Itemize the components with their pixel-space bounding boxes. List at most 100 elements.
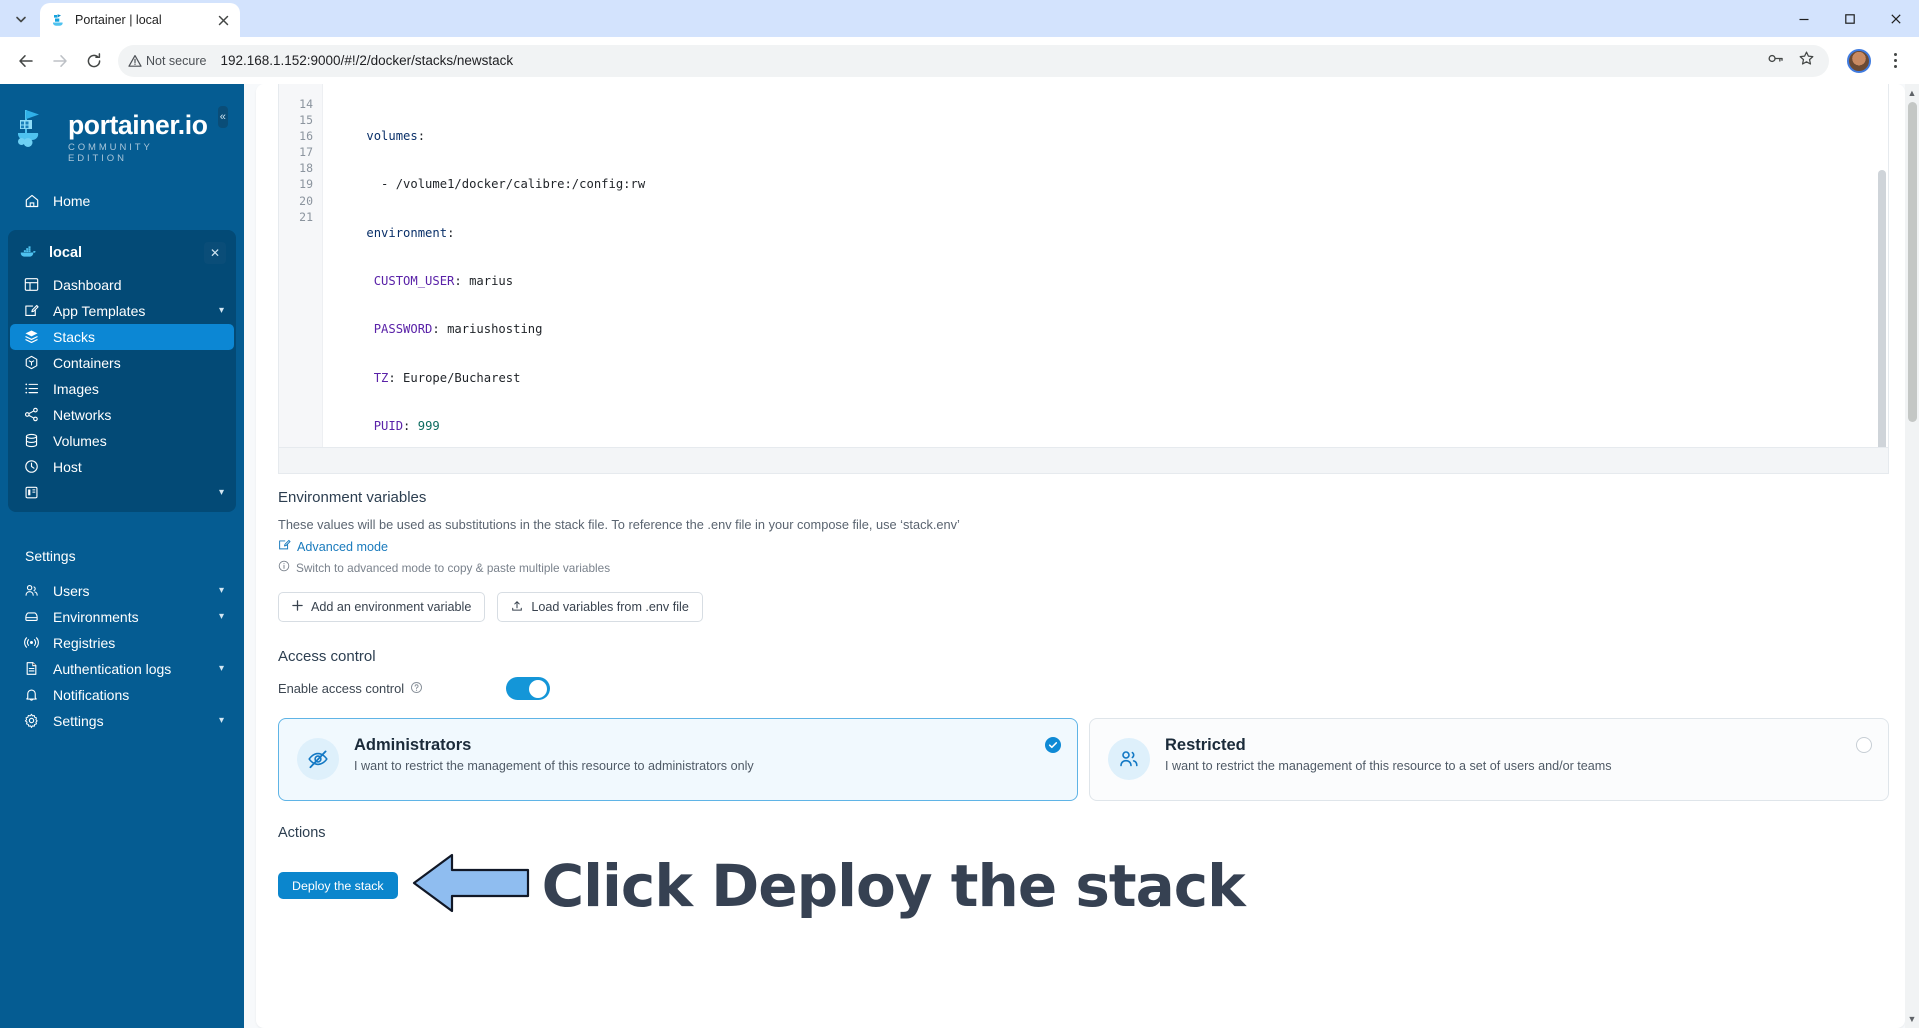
code-editor[interactable]: 14 15 16 17 18 19 20 21 volumes: - /volu… <box>278 84 1889 448</box>
sidebar-item-dashboard[interactable]: Dashboard <box>10 272 234 298</box>
code-line: TZ: Europe/Bucharest <box>373 370 521 385</box>
advanced-mode-link[interactable]: Advanced mode <box>297 540 388 554</box>
double-chevron-left-icon[interactable]: « <box>217 106 228 128</box>
logo-wordmark: portainer.io <box>68 110 208 140</box>
upload-icon <box>511 600 523 615</box>
code-line: PASSWORD: mariushosting <box>373 322 543 337</box>
gear-icon <box>23 712 40 729</box>
chevron-down-icon[interactable]: ▾ <box>219 585 224 596</box>
scroll-down-arrow-icon[interactable]: ▼ <box>1907 1014 1917 1024</box>
sidebar-item-authentication-logs[interactable]: Authentication logs ▾ <box>10 656 234 682</box>
access-control-toggle-row: Enable access control <box>278 677 1889 700</box>
sidebar-item-volumes[interactable]: Volumes <box>10 428 234 454</box>
page-scrollbar-thumb[interactable] <box>1908 102 1917 422</box>
sidebar-item-label: Authentication logs <box>53 660 172 677</box>
deploy-the-stack-button[interactable]: Deploy the stack <box>278 872 398 899</box>
add-environment-variable-button[interactable]: Add an environment variable <box>278 592 486 622</box>
address-bar[interactable]: Not secure 192.168.1.152:9000/#!/2/docke… <box>118 44 1829 77</box>
sidebar-item-users[interactable]: Users ▾ <box>10 578 234 604</box>
plus-icon <box>292 600 303 614</box>
access-option-restricted[interactable]: Restricted I want to restrict the manage… <box>1089 718 1889 801</box>
reload-icon[interactable] <box>78 45 110 77</box>
code-value: marius <box>461 274 514 289</box>
sidebar-environment-selector[interactable]: local ✕ <box>8 234 236 272</box>
env-vars-buttons: Add an environment variable Load variabl… <box>278 592 1889 622</box>
sidebar-item-images[interactable]: Images <box>10 376 234 402</box>
browser-toolbar: Not secure 192.168.1.152:9000/#!/2/docke… <box>0 37 1919 84</box>
sidebar-item-networks[interactable]: Networks <box>10 402 234 428</box>
kebab-menu-icon[interactable] <box>1881 45 1909 77</box>
code-text[interactable]: volumes: - /volume1/docker/calibre:/conf… <box>323 84 1888 447</box>
sidebar-item-home[interactable]: Home <box>10 186 234 216</box>
close-icon[interactable] <box>1873 0 1919 37</box>
code-line: CUSTOM_USER: marius <box>373 274 514 289</box>
sidebar-item-stacks[interactable]: Stacks <box>10 323 234 350</box>
tab-search-button[interactable] <box>4 4 38 34</box>
sidebar-item-events[interactable]: Host <box>10 454 234 480</box>
back-arrow-icon[interactable] <box>10 45 42 77</box>
line-number: 21 <box>299 209 313 224</box>
toggle-knob <box>529 679 547 698</box>
scroll-up-arrow-icon[interactable]: ▲ <box>1907 88 1917 98</box>
sidebar-item-containers[interactable]: Containers <box>10 350 234 376</box>
access-control-title: Access control <box>278 648 376 665</box>
chevron-down-icon[interactable]: ▾ <box>219 663 224 674</box>
code-line: PUID: 999 <box>373 418 440 433</box>
chevron-down-icon[interactable]: ▾ <box>219 715 224 726</box>
clock-icon <box>23 458 40 475</box>
dashboard-icon <box>23 276 40 293</box>
line-number: 19 <box>299 177 313 192</box>
registry-broadcast-icon <box>23 634 40 651</box>
access-option-administrators[interactable]: Administrators I want to restrict the ma… <box>278 718 1078 801</box>
annotation-text: Click Deploy the stack <box>541 851 1246 920</box>
access-option-title: Restricted <box>1165 736 1246 754</box>
code-key: PASSWORD <box>373 322 433 337</box>
sidebar-item-settings[interactable]: Settings ▾ <box>10 708 234 734</box>
document-icon <box>23 660 40 677</box>
sidebar-item-registries[interactable]: Registries <box>10 630 234 656</box>
warning-triangle-icon <box>128 54 142 67</box>
stack-editor-area: 14 15 16 17 18 19 20 21 volumes: - /volu… <box>256 84 1905 919</box>
chevron-down-icon[interactable]: ▾ <box>219 487 224 498</box>
line-number: 16 <box>299 129 313 144</box>
sidebar-item-notifications[interactable]: Notifications <box>10 682 234 708</box>
security-indicator[interactable]: Not secure <box>128 54 206 68</box>
hint-text: Switch to advanced mode to copy & paste … <box>296 560 611 575</box>
load-env-file-button[interactable]: Load variables from .env file <box>497 592 703 622</box>
sidebar-settings-nav: Users ▾ Environments ▾ Registries Authen… <box>0 564 244 734</box>
editor-scrollbar[interactable] <box>1878 170 1886 447</box>
question-circle-icon[interactable] <box>410 681 423 697</box>
edit-icon <box>278 538 291 556</box>
star-icon[interactable] <box>1798 50 1815 72</box>
server-icon <box>23 484 40 501</box>
access-option-radio-selected[interactable] <box>1045 737 1061 753</box>
close-icon[interactable]: ✕ <box>204 241 226 264</box>
advanced-mode-hint: Switch to advanced mode to copy & paste … <box>278 560 1889 575</box>
browser-tabstrip: Portainer | local <box>0 0 1919 37</box>
users-icon <box>23 582 40 599</box>
forward-arrow-icon[interactable] <box>44 45 76 77</box>
sidebar-logo[interactable]: portainer.io COMMUNITY EDITION « <box>0 84 244 164</box>
key-icon[interactable] <box>1767 50 1784 72</box>
sidebar-item-app-templates[interactable]: App Templates ▾ <box>10 298 234 324</box>
left-arrow-annotation <box>412 852 530 919</box>
chevron-down-icon[interactable]: ▾ <box>219 305 224 316</box>
close-icon[interactable] <box>214 11 232 29</box>
sidebar-item-environments[interactable]: Environments ▾ <box>10 604 234 630</box>
minimize-icon[interactable] <box>1781 0 1827 37</box>
enable-access-control-toggle[interactable] <box>506 677 550 700</box>
advanced-mode-row[interactable]: Advanced mode <box>278 538 1889 556</box>
browser-tab[interactable]: Portainer | local <box>40 3 240 37</box>
sidebar-settings-heading: Settings <box>25 547 76 564</box>
maximize-icon[interactable] <box>1827 0 1873 37</box>
browser-window: Portainer | local Not secure 192.168.1.1… <box>0 0 1919 1028</box>
page-scrollbar[interactable]: ▲ ▼ <box>1905 84 1919 1028</box>
avatar[interactable] <box>1847 48 1871 73</box>
access-option-radio[interactable] <box>1856 737 1872 753</box>
sidebar-item-label: Images <box>53 380 99 397</box>
deploy-button-label: Deploy the stack <box>292 878 384 893</box>
chevron-down-icon[interactable]: ▾ <box>219 611 224 622</box>
network-share-icon <box>23 406 40 423</box>
sidebar-item-host[interactable]: ▾ <box>10 480 234 506</box>
access-option-desc: I want to restrict the management of thi… <box>1165 759 1612 773</box>
